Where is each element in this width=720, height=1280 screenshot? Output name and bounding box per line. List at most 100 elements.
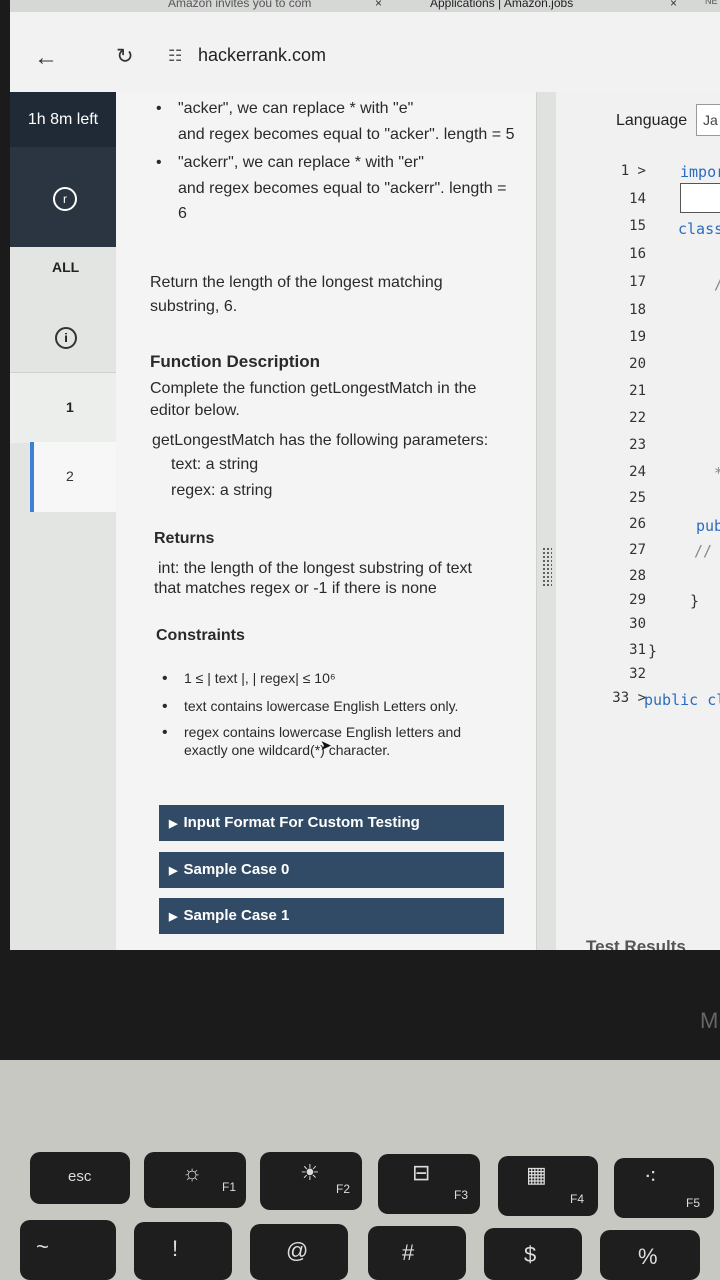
- question-tab-2[interactable]: 2: [30, 442, 120, 512]
- constraints-heading: Constraints: [156, 627, 245, 644]
- line-number: 14: [629, 191, 646, 207]
- info-icon[interactable]: i: [55, 327, 77, 349]
- language-select[interactable]: Ja: [696, 104, 720, 136]
- function-heading: Function Description: [150, 352, 320, 371]
- example-line: 6: [178, 205, 187, 222]
- code-editor: Language Ja 1 > 14 15 16 17 18 19 20 21 22 23 24 25 2…: [556, 92, 720, 950]
- brightness-down-icon: ☼: [182, 1160, 203, 1185]
- tab-close-icon[interactable]: ×: [375, 0, 382, 10]
- return-text: substring, 6.: [150, 298, 238, 315]
- accordion-input-format[interactable]: ▶ Input Format For Custom Testing: [159, 805, 504, 841]
- code-line-15[interactable]: class: [678, 220, 720, 238]
- accordion-label: Sample Case 0: [183, 861, 290, 878]
- code-line-17[interactable]: /*: [714, 275, 720, 293]
- example-line: and regex becomes equal to "acker". leng…: [178, 126, 515, 143]
- tab-amazon-jobs[interactable]: Applications | Amazon.jobs: [430, 0, 573, 10]
- accordion-sample-case-1[interactable]: ▶ Sample Case 1: [159, 898, 504, 934]
- line-number: 31: [629, 642, 646, 658]
- key-label: @: [286, 1238, 309, 1263]
- reload-icon[interactable]: ↻: [116, 44, 134, 69]
- mission-control-icon: ⊟: [412, 1160, 431, 1185]
- launchpad-icon: ▦: [526, 1162, 547, 1187]
- question-tab-1[interactable]: 1: [10, 372, 116, 443]
- caret-right-icon: ▶: [169, 865, 178, 877]
- example-line: "acker", we can replace * with "e": [156, 100, 413, 118]
- mouse-cursor-icon: ➤: [320, 737, 332, 753]
- key-label: F5: [686, 1196, 701, 1210]
- key-1: !: [134, 1222, 232, 1280]
- code-line-29[interactable]: }: [690, 592, 699, 610]
- address-bar: ← ↻ ☷ hackerrank.com: [10, 12, 720, 92]
- folded-code-box[interactable]: [680, 183, 720, 213]
- key-f3: ⊟ F3: [378, 1154, 480, 1214]
- key-label: $: [524, 1242, 537, 1267]
- key-5: %: [600, 1230, 700, 1280]
- question-number: 2: [66, 468, 74, 484]
- key-label: F1: [222, 1180, 237, 1194]
- key-label: F2: [336, 1182, 351, 1196]
- line-number: 21: [629, 383, 646, 399]
- key-label: esc: [68, 1168, 92, 1185]
- caret-right-icon: ▶: [169, 911, 178, 923]
- line-number: 28: [629, 568, 646, 584]
- hackerrank-logo-icon: r: [53, 187, 77, 211]
- function-desc: editor below.: [150, 402, 240, 419]
- line-number: 25: [629, 490, 646, 506]
- code-line-24[interactable]: */: [714, 464, 720, 482]
- key-esc: esc: [30, 1152, 130, 1204]
- returns-desc: that matches regex or -1 if there is non…: [154, 580, 437, 597]
- code-line-27[interactable]: // W: [694, 542, 720, 560]
- code-line-1[interactable]: impor: [680, 163, 720, 181]
- line-number: 1 >: [620, 163, 646, 179]
- line-number: 23: [629, 437, 646, 453]
- code-line-33[interactable]: public cl: [644, 691, 720, 709]
- brand-logo-fragment: M: [700, 1008, 719, 1033]
- tab-close-icon[interactable]: ×: [670, 0, 677, 10]
- accordion-label: Sample Case 1: [183, 907, 290, 924]
- key-label: ~: [36, 1234, 49, 1259]
- line-number: 26: [629, 516, 646, 532]
- problem-statement: "acker", we can replace * with "e" and r…: [116, 92, 536, 950]
- test-results-label[interactable]: Test Results: [586, 937, 686, 950]
- laptop-keyboard: esc ☼ F1 ☀ F2 ⊟ F3 ▦ F4 ⁖ F5 ~ ! @ # $ %: [0, 1060, 720, 1280]
- panel-splitter[interactable]: [536, 92, 558, 950]
- accordion-sample-case-0[interactable]: ▶ Sample Case 0: [159, 852, 504, 888]
- key-f1: ☼ F1: [144, 1152, 246, 1208]
- line-number: 15: [629, 218, 646, 234]
- example-line: and regex becomes equal to "ackerr". len…: [178, 180, 507, 197]
- tab-amazon-invite[interactable]: Amazon invites you to com: [168, 0, 311, 10]
- params-intro: getLongestMatch has the following parame…: [152, 432, 489, 449]
- returns-desc: int: the length of the longest substring…: [158, 560, 472, 577]
- accordion-label: Input Format For Custom Testing: [183, 814, 420, 831]
- key-2: @: [250, 1224, 348, 1280]
- line-number: 24: [629, 464, 646, 480]
- constraint-item: text contains lowercase English Letters …: [162, 698, 458, 716]
- return-text: Return the length of the longest matchin…: [150, 274, 443, 291]
- keyboard-light-icon: ⁖: [644, 1164, 657, 1189]
- site-info-icon[interactable]: ☷: [168, 46, 182, 66]
- key-label: !: [172, 1236, 179, 1261]
- brightness-up-icon: ☀: [300, 1160, 320, 1185]
- drag-handle-icon[interactable]: [542, 547, 552, 587]
- key-f5: ⁖ F5: [614, 1158, 714, 1218]
- caret-right-icon: ▶: [169, 818, 178, 830]
- key-f2: ☀ F2: [260, 1152, 362, 1210]
- key-f4: ▦ F4: [498, 1156, 598, 1216]
- key-3: #: [368, 1226, 466, 1280]
- line-number: 16: [629, 246, 646, 262]
- screen: Amazon invites you to com × Applications…: [10, 0, 720, 950]
- url-text[interactable]: hackerrank.com: [198, 45, 326, 66]
- example-line: "ackerr", we can replace * with "er": [156, 154, 424, 172]
- line-number: 22: [629, 410, 646, 426]
- back-arrow-icon[interactable]: ←: [34, 44, 58, 72]
- language-label: Language: [616, 112, 688, 129]
- line-number: 19: [629, 329, 646, 345]
- function-desc: Complete the function getLongestMatch in…: [150, 380, 477, 397]
- line-number: 18: [629, 302, 646, 318]
- key-label: #: [402, 1240, 415, 1265]
- key-label: %: [638, 1244, 658, 1269]
- all-questions-tab[interactable]: ALL: [10, 247, 116, 287]
- code-line-31[interactable]: }: [648, 642, 657, 660]
- tab-ne[interactable]: NE: [705, 0, 718, 6]
- code-line-26[interactable]: pub: [696, 517, 720, 535]
